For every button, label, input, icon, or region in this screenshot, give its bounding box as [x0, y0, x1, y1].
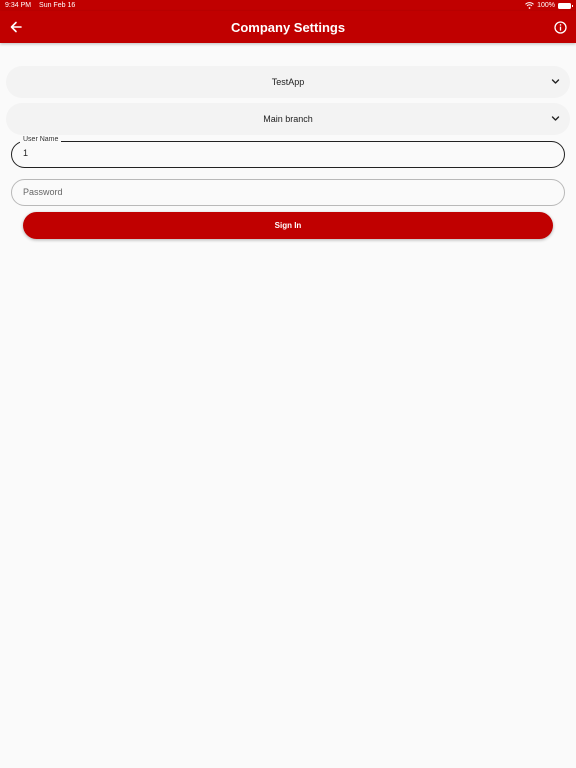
battery-percent: 100%: [537, 2, 555, 9]
company-select[interactable]: TestApp: [6, 66, 570, 98]
wifi-icon: [525, 2, 534, 9]
password-field[interactable]: Password: [11, 179, 565, 206]
status-left: 9:34 PM Sun Feb 16: [5, 2, 81, 9]
branch-select-value: Main branch: [263, 114, 313, 124]
username-label: User Name: [20, 136, 62, 143]
username-value: 1: [23, 148, 29, 158]
arrow-back-icon: [10, 21, 22, 33]
username-field[interactable]: User Name 1: [11, 136, 565, 168]
back-button[interactable]: [6, 17, 26, 37]
company-select-value: TestApp: [271, 77, 305, 87]
app-bar: Company Settings: [0, 11, 576, 43]
info-circle-icon: [553, 20, 567, 34]
battery-icon: [558, 2, 573, 9]
status-date: Sun Feb 16: [39, 2, 76, 9]
chevron-down-icon: [551, 116, 560, 121]
branch-select[interactable]: Main branch: [6, 103, 570, 135]
sign-in-label: Sign In: [274, 221, 302, 230]
status-bar: 9:34 PM Sun Feb 16 100%: [0, 0, 576, 11]
password-placeholder: Password: [23, 187, 63, 197]
page-title: Company Settings: [230, 19, 346, 35]
info-button[interactable]: [550, 17, 570, 37]
status-right: 100%: [525, 2, 573, 9]
chevron-down-icon: [551, 79, 560, 84]
status-time: 9:34 PM: [5, 2, 32, 9]
sign-in-button[interactable]: Sign In: [23, 212, 553, 239]
